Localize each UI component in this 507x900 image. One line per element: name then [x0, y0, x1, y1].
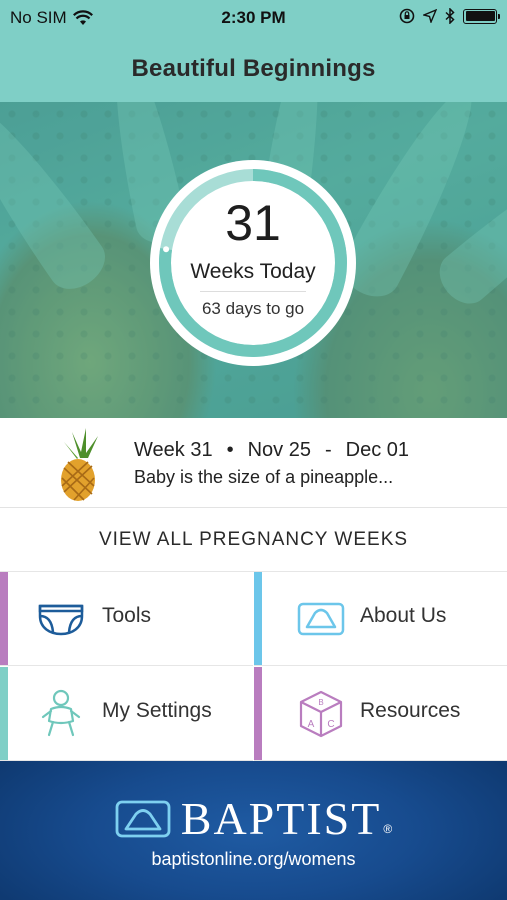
bullet-separator: • [226, 439, 234, 461]
weeks-number: 31 [225, 195, 281, 251]
my-settings-label: My Settings [102, 699, 212, 722]
baptist-logo-icon [297, 602, 345, 636]
week-start-date: Nov 25 [247, 439, 311, 461]
tile-accent-bar [254, 572, 262, 665]
tile-accent-bar [254, 667, 262, 760]
tools-tile[interactable]: Tools [0, 572, 253, 666]
registered-mark: ® [383, 822, 393, 836]
baby-size-text: Baby is the size of a pineapple... [134, 467, 394, 487]
battery-icon [463, 8, 500, 24]
status-bar: No SIM 2:30 PM [0, 0, 507, 36]
week-info-row[interactable]: Week 31 • Nov 25 - Dec 01 Baby is the si… [0, 418, 507, 508]
footer-url[interactable]: baptistonline.org/womens [0, 849, 507, 870]
bluetooth-icon [445, 8, 455, 24]
weeks-label: Weeks Today [190, 260, 316, 283]
week-date-range: Week 31 • Nov 25 - Dec 01 [134, 439, 409, 462]
resources-label: Resources [360, 699, 461, 722]
location-arrow-icon [423, 9, 437, 23]
dash-separator: - [324, 439, 332, 461]
week-end-date: Dec 01 [345, 439, 410, 461]
progress-ring[interactable]: 31 Weeks Today 63 days to go [150, 160, 356, 366]
menu-grid: Tools About Us My Settings B A C Resourc… [0, 572, 507, 761]
tools-label: Tools [102, 604, 152, 627]
pineapple-icon [61, 428, 98, 501]
svg-text:C: C [327, 719, 334, 730]
hero-banner: 31 Weeks Today 63 days to go [0, 102, 507, 418]
ring-divider [200, 291, 306, 292]
status-right [399, 8, 500, 24]
week-label: Week 31 [134, 439, 213, 461]
tile-accent-bar [0, 572, 8, 665]
brand-name: BAPTIST [180, 793, 382, 844]
nav-bar: Beautiful Beginnings [0, 36, 507, 102]
baby-icon [41, 689, 81, 737]
footer-banner[interactable]: BAPTIST ® baptistonline.org/womens [0, 761, 507, 900]
days-to-go: 63 days to go [201, 299, 305, 318]
view-all-label: VIEW ALL PREGNANCY WEEKS [98, 528, 409, 550]
app-title: Beautiful Beginnings [131, 55, 376, 82]
orientation-lock-icon [399, 8, 415, 24]
diaper-icon [38, 604, 84, 636]
about-us-tile[interactable]: About Us [254, 572, 507, 666]
about-us-label: About Us [360, 604, 447, 627]
view-all-weeks-button[interactable]: VIEW ALL PREGNANCY WEEKS [0, 508, 507, 572]
progress-text: 31 Weeks Today 63 days to go [150, 160, 356, 366]
baptist-brand: BAPTIST ® [0, 796, 507, 842]
tile-accent-bar [0, 667, 8, 760]
svg-text:A: A [308, 719, 315, 730]
baptist-logo-icon [115, 800, 171, 838]
svg-text:B: B [318, 698, 323, 707]
abc-block-icon: B A C [299, 690, 343, 738]
resources-tile[interactable]: B A C Resources [254, 667, 507, 761]
my-settings-tile[interactable]: My Settings [0, 667, 253, 761]
